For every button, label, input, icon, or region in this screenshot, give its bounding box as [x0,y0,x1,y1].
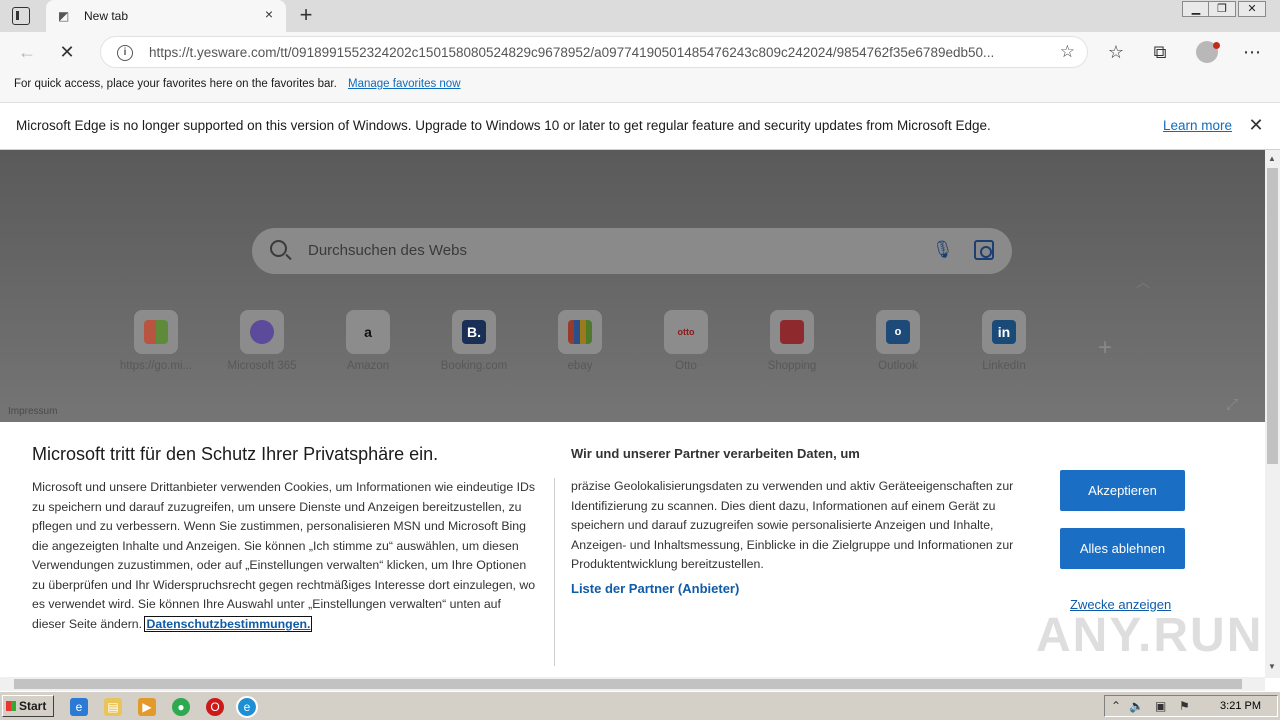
address-url[interactable]: https://t.yesware.com/tt/091899155232420… [149,45,1049,60]
privacy-statement-link[interactable]: Datenschutzbestimmungen. [144,615,313,632]
infobar-close-icon[interactable]: ✕ [1246,115,1266,136]
consent-title: Microsoft tritt für den Schutz Ihrer Pri… [32,444,439,464]
tile-label: Amazon [346,360,390,372]
more-menu-icon[interactable]: ⋯ [1241,41,1263,63]
quick-link-tile[interactable]: otto Otto [636,310,736,380]
vertical-scrollbar[interactable]: ▲ ▼ [1265,150,1280,678]
add-site-icon[interactable]: + [1098,334,1112,362]
chrome-icon[interactable]: ● [172,698,190,716]
add-favorite-icon[interactable]: ☆ [1060,42,1075,62]
favorites-icon[interactable]: ☆ [1105,41,1127,63]
tab-strip: ◩ New tab × + ▁ ❐ ✕ [0,0,1280,32]
quick-link-tile[interactable]: B. Booking.com [424,310,524,380]
m365-icon [240,310,284,354]
visual-search-icon[interactable] [974,240,994,260]
scroll-down-icon[interactable]: ▼ [1268,662,1276,671]
manage-favorites-link[interactable]: Manage favorites now [348,78,461,90]
microphone-icon[interactable]: 🎙 [932,240,954,260]
quick-link-tile[interactable]: in LinkedIn [954,310,1054,380]
search-placeholder[interactable]: Durchsuchen des Webs [308,242,467,259]
edge-icon[interactable]: e [236,696,258,718]
tab-title: New tab [84,9,129,23]
infobar-message: Microsoft Edge is no longer supported on… [16,118,991,133]
vertical-scroll-thumb[interactable] [1267,168,1278,464]
impressum-link[interactable]: Impressum [8,406,57,417]
clock[interactable]: 3:21 PM [1220,700,1261,712]
network-icon[interactable]: ▣ [1155,699,1166,713]
expand-icon[interactable]: ⤢ [1226,396,1238,413]
reject-all-button[interactable]: Alles ablehnen [1060,528,1185,569]
consent-body: Microsoft und unsere Drittanbieter verwe… [32,478,537,634]
media-player-icon[interactable]: ▶ [138,698,156,716]
horizontal-scroll-thumb[interactable] [14,679,1242,689]
opera-icon[interactable]: O [206,698,224,716]
tile-label: Microsoft 365 [227,360,297,372]
tile-label: Booking.com [440,360,508,372]
favorites-bar: For quick access, place your favorites h… [0,72,1280,103]
quick-link-tile[interactable]: Microsoft 365 [212,310,312,380]
quick-link-tile[interactable]: o Outlook [848,310,948,380]
tile-label: LinkedIn [982,360,1026,372]
system-tray: ⌃ 🔈 ▣ ⚑ 3:21 PM [1104,695,1278,717]
consent-body-text: Microsoft und unsere Drittanbieter verwe… [32,480,536,631]
stop-loading-icon[interactable]: ✕ [56,41,78,63]
collapse-chevron-icon[interactable]: ︿ [1136,272,1150,292]
unsupported-os-infobar: Microsoft Edge is no longer supported on… [0,103,1280,150]
close-window-button[interactable]: ✕ [1238,1,1266,17]
tab-new-tab[interactable]: ◩ New tab × [46,0,286,32]
volume-icon[interactable]: 🔈 [1129,699,1144,713]
tile-label: ebay [567,360,593,372]
partner-list-link[interactable]: Liste der Partner (Anbieter) [571,581,739,596]
outlook-icon: o [876,310,920,354]
scroll-up-icon[interactable]: ▲ [1268,154,1276,163]
consent-divider [554,478,555,666]
windows-taskbar: Start e ▤ ▶ ● O e ⌃ 🔈 ▣ ⚑ 3:21 PM [0,691,1280,720]
quick-link-tile[interactable]: a Amazon [318,310,418,380]
accept-button[interactable]: Akzeptieren [1060,470,1185,511]
otto-icon: otto [664,310,708,354]
shopping-icon [770,310,814,354]
quick-link-tile[interactable]: Shopping [742,310,842,380]
favorites-bar-hint: For quick access, place your favorites h… [14,78,337,90]
horizontal-scrollbar[interactable] [0,677,1265,691]
tab-favicon-icon: ◩ [58,9,70,23]
new-tab-button[interactable]: + [296,3,316,27]
tab-actions-icon[interactable] [12,7,30,25]
privacy-consent-dialog: Microsoft tritt für den Schutz Ihrer Pri… [0,422,1265,677]
tile-label: https://go.mi... [119,360,193,372]
amazon-icon: a [346,310,390,354]
explorer-icon[interactable]: ▤ [104,698,122,716]
tile-label: Otto [675,360,697,372]
ie-icon[interactable]: e [70,698,88,716]
browser-toolbar: ← ✕ i https://t.yesware.com/tt/091899155… [0,32,1280,72]
start-button[interactable]: Start [2,695,54,717]
linkedin-icon: in [982,310,1026,354]
back-arrow-icon[interactable]: ← [16,41,38,63]
partners-heading: Wir und unserer Partner verarbeiten Date… [571,446,860,461]
minimize-button[interactable]: ▁ [1182,1,1210,17]
address-bar[interactable]: i https://t.yesware.com/tt/0918991552324… [100,36,1088,68]
tile-label: Shopping [767,360,817,372]
ebay-icon [558,310,602,354]
learn-more-link[interactable]: Learn more [1163,118,1232,133]
web-search-box[interactable]: Durchsuchen des Webs 🎙 [252,228,1012,274]
partners-body: präzise Geolokalisierungsdaten zu verwen… [571,479,1014,571]
flag-icon[interactable]: ⚑ [1179,699,1190,713]
tray-expand-icon[interactable]: ⌃ [1111,699,1121,713]
booking-icon: B. [452,310,496,354]
collections-icon[interactable]: ⧉ [1149,41,1171,63]
site-info-icon[interactable]: i [117,45,133,61]
new-tab-page: Durchsuchen des Webs 🎙 ︿ https://go.mi..… [0,150,1265,422]
tab-close-icon[interactable]: × [260,6,278,22]
tile-label: Outlook [878,360,918,372]
microsoft-icon [134,310,178,354]
quick-link-tile[interactable]: ebay [530,310,630,380]
quick-link-tile[interactable]: https://go.mi... [106,310,206,380]
profile-avatar[interactable] [1196,41,1220,63]
restore-button[interactable]: ❐ [1208,1,1236,17]
watermark-logo: ANY.RUN [1036,609,1264,662]
search-icon [270,240,287,257]
